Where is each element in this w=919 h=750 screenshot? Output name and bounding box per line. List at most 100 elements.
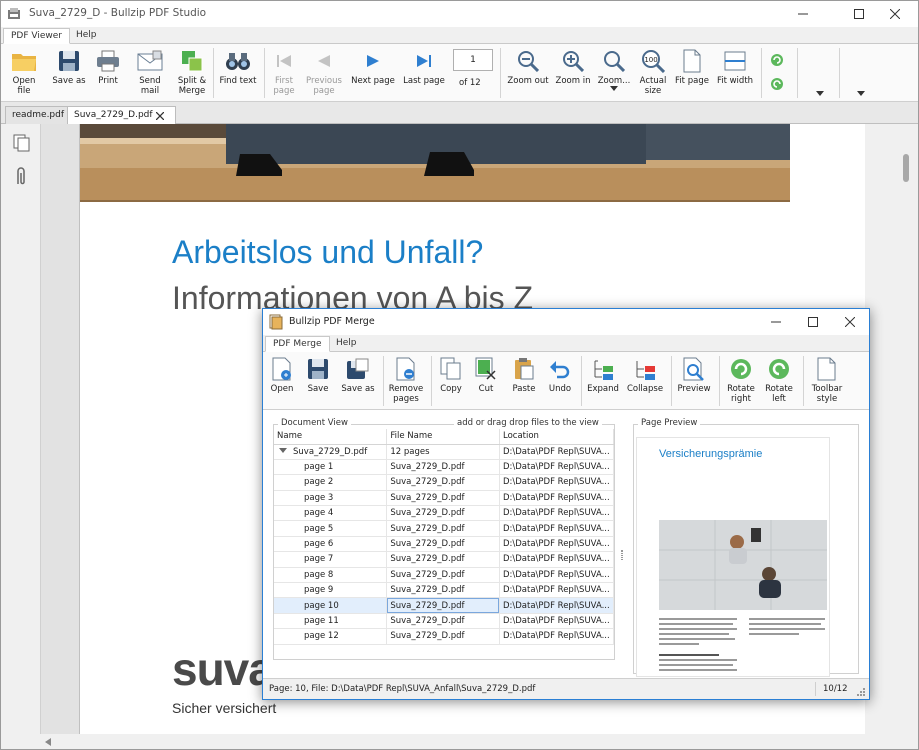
ribbon-separator [213, 48, 214, 98]
ribbon-dropdown-2[interactable] [857, 90, 865, 100]
merge-close-button[interactable] [827, 309, 873, 335]
drop-hint: add or drag drop files to the view [454, 418, 602, 428]
print-button[interactable]: Print [93, 48, 123, 86]
expand-button[interactable]: Expand [585, 356, 621, 394]
paste-button[interactable]: Paste [507, 356, 541, 394]
table-row[interactable]: page 5 Suva_2729_D.pdf D:\Data\PDF Repl\SU… [274, 520, 615, 537]
toolbar-style-button[interactable]: Toolbar style [809, 356, 845, 404]
split-merge-button[interactable]: Split & Merge [175, 48, 209, 96]
zoom-out-button[interactable]: Zoom out [506, 48, 550, 86]
document-view-label: Document View [278, 418, 351, 428]
page-name-cell: page 3 [274, 490, 388, 507]
pages-icon[interactable] [13, 134, 31, 152]
remove-pages-button[interactable]: Remove pages [387, 356, 425, 404]
fit-width-button[interactable]: Fit width [715, 48, 755, 86]
vertical-scrollbar[interactable] [865, 124, 918, 734]
ribbon-separator [671, 356, 672, 406]
attachment-icon[interactable] [14, 166, 28, 188]
table-row[interactable]: page 3 Suva_2729_D.pdf D:\Data\PDF Repl\SU… [274, 490, 615, 507]
save-as-button[interactable]: Save as [49, 48, 89, 86]
table-row[interactable]: page 7 Suva_2729_D.pdf D:\Data\PDF Repl\SU… [274, 551, 615, 568]
find-text-button[interactable]: Find text [218, 48, 258, 86]
location-cell: D:\Data\PDF Repl\SUVA... [499, 490, 615, 507]
minimize-button[interactable] [780, 1, 826, 27]
last-page-button[interactable]: Last page [401, 48, 447, 86]
merge-save-button[interactable]: Save [303, 356, 333, 394]
file-name-cell: Suva_2729_D.pdf [386, 628, 500, 645]
merge-tab-help[interactable]: Help [329, 336, 364, 352]
rotate-cw-small-button[interactable] [769, 52, 785, 71]
find-text-label: Find text [219, 76, 257, 86]
previous-page-icon [318, 55, 330, 67]
table-row[interactable]: page 10 Suva_2729_D.pdf D:\Data\PDF Repl\S… [274, 597, 615, 614]
binoculars-icon [226, 53, 250, 70]
next-page-icon [367, 55, 379, 67]
send-mail-button[interactable]: Send mail [129, 48, 171, 96]
rotate-right-label-2: right [731, 394, 751, 404]
floppy-icon [308, 359, 328, 379]
suva-tagline: Sicher versichert [172, 700, 277, 716]
location-cell: D:\Data\PDF Repl\SUVA... [499, 505, 615, 522]
actual-size-button[interactable]: 100 Actual size [635, 48, 671, 96]
column-location[interactable]: Location [499, 429, 615, 445]
root-location-cell: D:\Data\PDF Repl\SUVA... [499, 444, 615, 460]
scrollbar-thumb[interactable] [903, 154, 909, 182]
table-row[interactable]: page 11 Suva_2729_D.pdf D:\Data\PDF Repl\S… [274, 613, 615, 630]
fit-page-button[interactable]: Fit page [673, 48, 711, 86]
table-row-root[interactable]: Suva_2729_D.pdf 12 pages D:\Data\PDF Rep… [274, 444, 615, 460]
copy-button[interactable]: Copy [435, 356, 467, 394]
expand-arrow-icon[interactable] [279, 447, 287, 454]
merge-open-button[interactable]: Open [267, 356, 297, 394]
zoom-menu-button[interactable]: Zoom... [595, 48, 633, 92]
zoom-in-button[interactable]: Zoom in [553, 48, 593, 86]
doc-tab-suva[interactable]: Suva_2729_D.pdf [67, 106, 176, 124]
window-title: Suva_2729_D - Bullzip PDF Studio [29, 7, 207, 19]
doc-tab-readme[interactable]: readme.pdf [5, 106, 72, 124]
table-row[interactable]: page 4 Suva_2729_D.pdf D:\Data\PDF Repl\SU… [274, 505, 615, 522]
ribbon-separator [761, 48, 762, 98]
preview-button[interactable]: Preview [675, 356, 713, 394]
minimize-icon [771, 321, 781, 323]
close-tab-icon[interactable] [156, 112, 164, 120]
maximize-icon [854, 9, 864, 19]
page-name-cell: page 2 [274, 474, 388, 491]
toolbar-style-icon [817, 357, 836, 381]
table-row[interactable]: page 12 Suva_2729_D.pdf D:\Data\PDF Repl\S… [274, 628, 615, 645]
location-cell: D:\Data\PDF Repl\SUVA... [499, 597, 615, 614]
tab-help[interactable]: Help [69, 28, 104, 44]
column-name[interactable]: Name [274, 429, 388, 445]
ribbon-dropdown-1[interactable] [816, 90, 824, 100]
table-row[interactable]: page 1 Suva_2729_D.pdf D:\Data\PDF Repl\SU… [274, 459, 615, 476]
table-row[interactable]: page 8 Suva_2729_D.pdf D:\Data\PDF Repl\SU… [274, 567, 615, 584]
table-row[interactable]: page 6 Suva_2729_D.pdf D:\Data\PDF Repl\SU… [274, 536, 615, 553]
rotate-left-button[interactable]: Rotate left [761, 356, 797, 404]
previous-page-button[interactable]: Previous page [303, 48, 345, 96]
next-page-button[interactable]: Next page [349, 48, 397, 86]
document-view[interactable]: Document View add or drag drop files to … [273, 418, 615, 660]
rotate-left-icon [769, 359, 789, 379]
cover-photo [80, 124, 790, 202]
open-file-button[interactable]: Open file [5, 48, 43, 96]
collapse-button[interactable]: Collapse [625, 356, 665, 394]
close-button[interactable] [872, 1, 918, 27]
rotate-ccw-small-button[interactable] [769, 76, 785, 95]
rotate-right-label-1: Rotate [727, 384, 755, 394]
first-page-button[interactable]: First page [269, 48, 299, 96]
page-number-input[interactable]: 1 [453, 49, 493, 71]
rotate-right-button[interactable]: Rotate right [723, 356, 759, 404]
horizontal-scrollbar[interactable] [41, 734, 865, 749]
tab-pdf-viewer[interactable]: PDF Viewer [3, 28, 70, 44]
table-row[interactable]: page 9 Suva_2729_D.pdf D:\Data\PDF Repl\SU… [274, 582, 615, 599]
scroll-left-icon[interactable] [45, 738, 51, 746]
undo-button[interactable]: Undo [545, 356, 575, 394]
splitter-grip[interactable] [621, 550, 623, 560]
table-row[interactable]: page 2 Suva_2729_D.pdf D:\Data\PDF Repl\SU… [274, 474, 615, 491]
cut-button[interactable]: Cut [471, 356, 501, 394]
floppy-icon [59, 51, 79, 71]
resize-grip-icon[interactable] [857, 688, 866, 697]
merge-save-as-button[interactable]: Save as [339, 356, 377, 394]
column-file-name[interactable]: File Name [386, 429, 500, 445]
page-name-cell: page 12 [274, 628, 388, 645]
merge-tab-pdf-merge[interactable]: PDF Merge [265, 336, 330, 352]
previous-page-label-2: page [313, 86, 335, 96]
